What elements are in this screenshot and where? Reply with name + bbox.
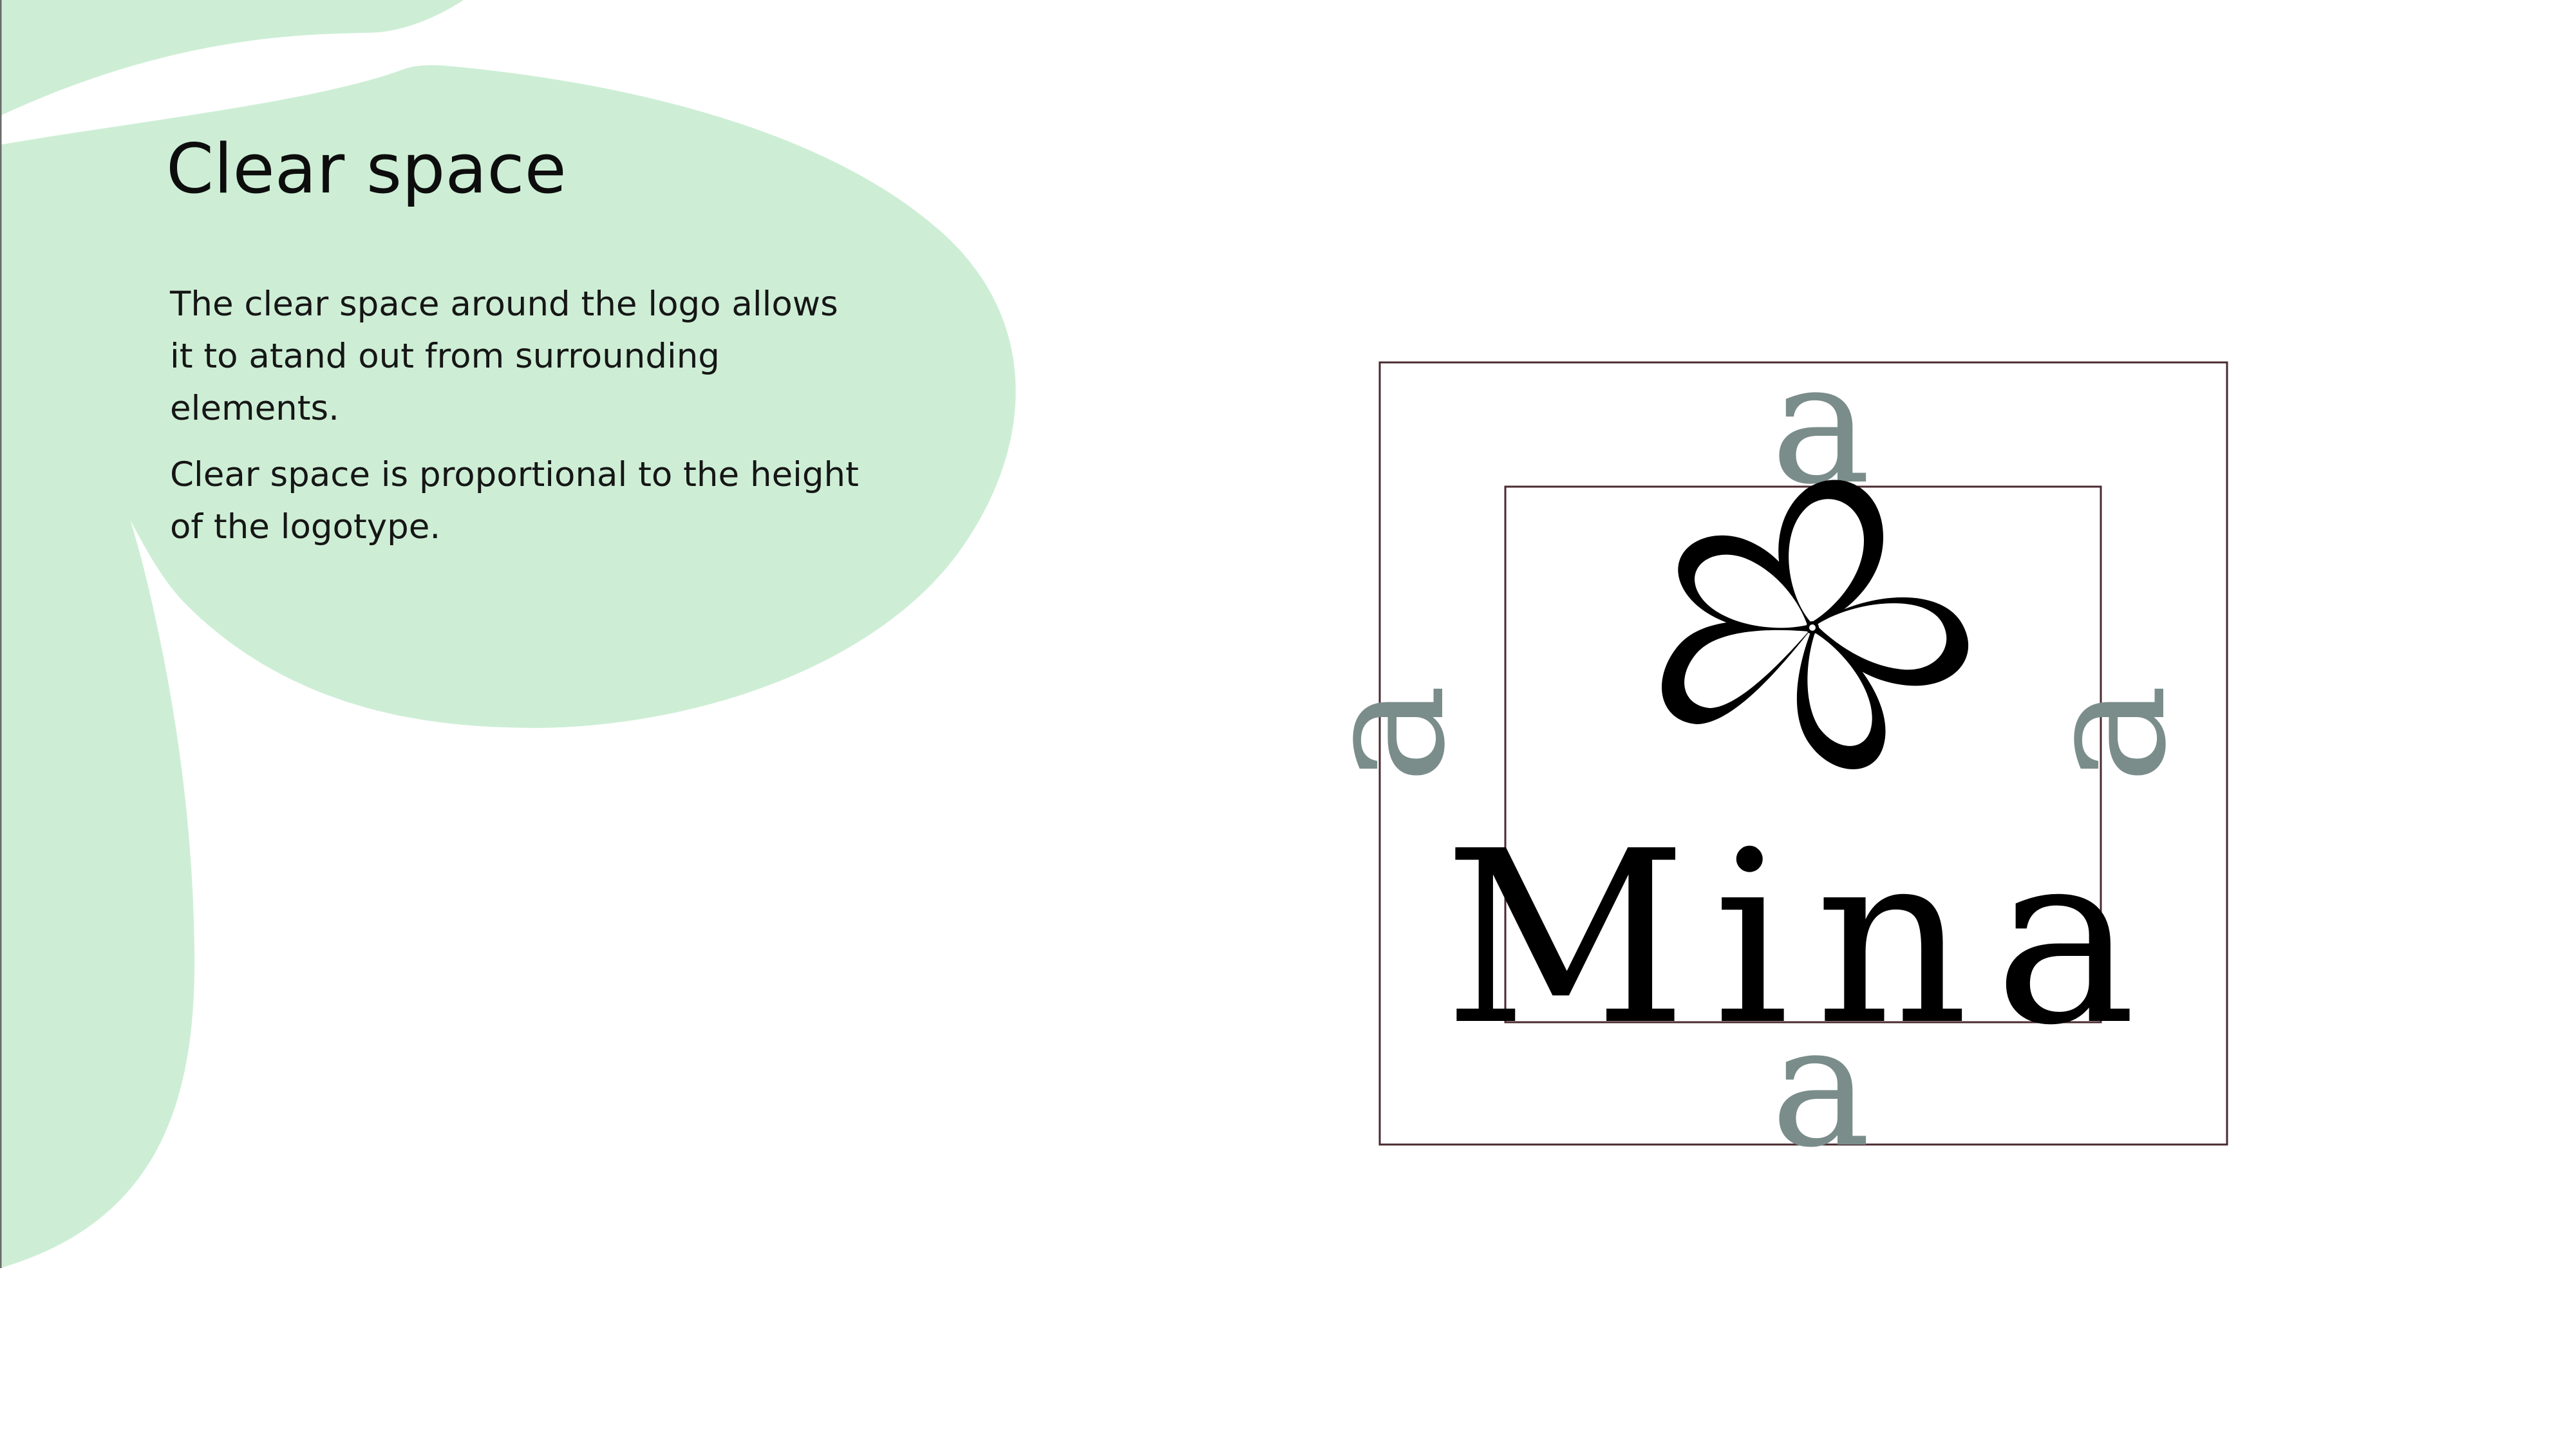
marker-right: a [2009, 684, 2203, 783]
logo-wordmark: Mina [1443, 801, 2162, 1078]
five-petal-flower-icon [1662, 480, 1969, 770]
logo-clear-space-illustration: a a a a Mina [1288, 327, 2228, 1184]
marker-left: a [1288, 684, 1482, 783]
